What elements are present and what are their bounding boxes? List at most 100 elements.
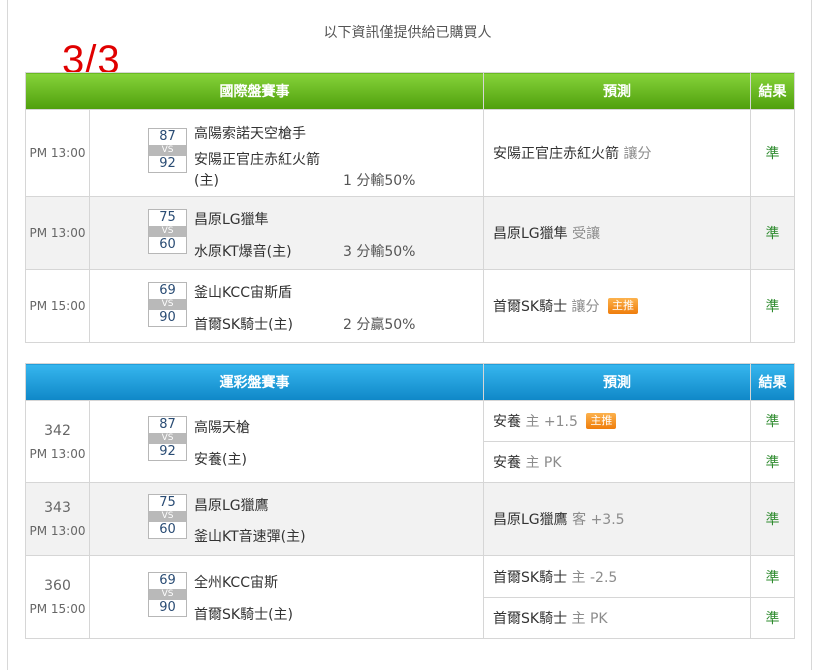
matchup-cell: 69 VS 90 釜山KCC宙斯盾 首爾SK騎士(主) 2 分贏50%	[89, 269, 484, 343]
game-time-cell: 360 PM 15:00	[25, 555, 90, 639]
table-row: 360 PM 15:00 69 VS 90 全州KCC宙斯 首爾SK騎士(主) …	[25, 555, 795, 639]
vs-label: VS	[149, 225, 186, 237]
prediction-team: 首爾SK騎士	[493, 299, 568, 315]
prediction-team: 安陽正官庄赤紅火箭	[493, 146, 619, 162]
prediction-team: 昌原LG獵鷹	[493, 512, 568, 528]
team-away: 釜山KCC宙斯盾	[194, 284, 292, 301]
game-time: PM 13:00	[25, 196, 90, 270]
prediction-team: 安養	[493, 414, 521, 430]
header-lottery-games: 運彩盤賽事	[25, 363, 484, 401]
prediction-type: 讓分	[571, 299, 600, 315]
team-away: 昌原LG獵鷹	[194, 497, 269, 514]
vs-label: VS	[149, 298, 186, 310]
home-score: 69	[159, 282, 176, 298]
score-box: 87 VS 92	[148, 127, 187, 173]
handicap-result: 3 分輸50%	[343, 243, 416, 260]
home-score: 87	[159, 128, 176, 144]
prediction-cell: 昌原LG獵隼 受讓	[483, 196, 751, 270]
home-marker: (主)	[194, 172, 219, 189]
away-score: 90	[159, 600, 176, 615]
prediction-team: 昌原LG獵隼	[493, 226, 568, 242]
team-home: 安養(主)	[194, 452, 247, 468]
prediction-cell: 首爾SK騎士 主 PK	[483, 597, 751, 639]
result-cell: 準	[750, 400, 795, 442]
home-score: 75	[159, 494, 176, 510]
game-time: PM 13:00	[29, 524, 86, 538]
game-code: 343	[44, 500, 71, 516]
team-home: 安陽正官庄赤紅火箭	[194, 151, 320, 168]
score-box: 69 VS 90	[148, 281, 187, 327]
away-score: 60	[159, 521, 176, 537]
prediction-side: 主	[571, 569, 586, 586]
prediction-team: 首爾SK騎士	[493, 611, 568, 627]
team-away: 高陽索諾天空槍手	[194, 125, 306, 142]
matchup-cell: 87 VS 92 高陽天槍 安養(主)	[89, 400, 484, 483]
team-home: 首爾SK騎士(主)	[194, 607, 293, 623]
prediction-cell: 安養 主 PK	[483, 441, 751, 483]
vs-label: VS	[149, 144, 186, 156]
score-box: 69 VS 90	[148, 572, 187, 617]
table-row: PM 13:00 87 VS 92 高陽索諾天空槍手 安陽正官庄赤紅火箭 (主)…	[25, 109, 795, 197]
game-time: PM 15:00	[29, 602, 86, 616]
score-box: 75 VS 60	[148, 493, 187, 539]
prediction-line: PK	[589, 611, 608, 627]
score-box: 75 VS 60	[148, 208, 187, 254]
top-pick-badge: 主推	[586, 413, 617, 429]
game-code: 342	[44, 422, 71, 439]
prediction-side: 主	[525, 414, 540, 430]
away-score: 92	[159, 155, 176, 171]
team-home: 釜山KT音速彈(主)	[194, 528, 306, 545]
game-time-cell: 343 PM 13:00	[25, 482, 90, 556]
prediction-cell: 昌原LG獵鷹 客 +3.5	[483, 482, 751, 556]
prediction-cell: 安陽正官庄赤紅火箭 讓分	[483, 109, 751, 197]
header-international-games: 國際盤賽事	[25, 72, 484, 110]
handicap-result: 2 分贏50%	[343, 316, 416, 333]
prediction-side: 主	[525, 455, 540, 471]
team-home: 首爾SK騎士(主)	[194, 316, 293, 333]
away-score: 92	[159, 444, 176, 459]
top-pick-badge: 主推	[607, 298, 638, 314]
away-score: 60	[159, 236, 176, 252]
game-time: PM 13:00	[25, 109, 90, 197]
prediction-line: -2.5	[589, 569, 618, 586]
prediction-cell: 首爾SK騎士 主 -2.5	[483, 555, 751, 598]
vs-label: VS	[149, 589, 186, 600]
international-games-table: 國際盤賽事 預測 結果 PM 13:00 87 VS 92 高陽索諾天空槍手 安…	[25, 72, 795, 343]
purchaser-notice: 以下資訊僅提供給已購買人	[323, 25, 492, 41]
header-prediction: 預測	[483, 72, 751, 110]
away-score: 90	[159, 309, 176, 325]
result-cell: 準	[750, 441, 795, 483]
vs-label: VS	[149, 433, 186, 444]
header-prediction: 預測	[483, 363, 751, 401]
prediction-line: PK	[543, 455, 562, 471]
sports-lottery-table: 運彩盤賽事 預測 結果 342 PM 13:00 87 VS 92 高陽天槍 安…	[25, 363, 795, 639]
team-away: 高陽天槍	[194, 420, 250, 436]
home-score: 69	[159, 573, 176, 588]
table-header-row: 國際盤賽事 預測 結果	[25, 72, 795, 110]
prediction-cell: 安養 主 +1.5 主推	[483, 400, 751, 442]
prediction-side: 客	[572, 512, 587, 528]
prediction-type: 讓分	[623, 146, 652, 162]
prediction-type: 受讓	[572, 226, 601, 242]
result-cell: 準	[750, 269, 795, 343]
table-row: 343 PM 13:00 75 VS 60 昌原LG獵鷹 釜山KT音速彈(主) …	[25, 482, 795, 556]
table-row: 342 PM 13:00 87 VS 92 高陽天槍 安養(主) 安養 主 +1…	[25, 400, 795, 483]
header-result: 結果	[750, 363, 795, 401]
result-cell: 準	[750, 597, 795, 639]
result-cell: 準	[750, 196, 795, 270]
result-cell: 準	[750, 555, 795, 598]
table-row: PM 13:00 75 VS 60 昌原LG獵隼 水原KT爆音(主) 3 分輸5…	[25, 196, 795, 270]
game-code: 360	[44, 578, 71, 594]
matchup-cell: 75 VS 60 昌原LG獵隼 水原KT爆音(主) 3 分輸50%	[89, 196, 484, 270]
prediction-cell: 首爾SK騎士 讓分 主推	[483, 269, 751, 343]
handicap-result: 1 分輸50%	[343, 172, 416, 189]
header-result: 結果	[750, 72, 795, 110]
prediction-side: 主	[571, 611, 586, 627]
table-row: PM 15:00 69 VS 90 釜山KCC宙斯盾 首爾SK騎士(主) 2 分…	[25, 269, 795, 343]
prediction-line: +1.5	[543, 414, 578, 430]
result-cell: 準	[750, 482, 795, 556]
team-away: 昌原LG獵隼	[194, 211, 269, 228]
matchup-cell: 69 VS 90 全州KCC宙斯 首爾SK騎士(主)	[89, 555, 484, 639]
matchup-cell: 87 VS 92 高陽索諾天空槍手 安陽正官庄赤紅火箭 (主) 1 分輸50%	[89, 109, 484, 197]
vs-label: VS	[149, 510, 186, 522]
